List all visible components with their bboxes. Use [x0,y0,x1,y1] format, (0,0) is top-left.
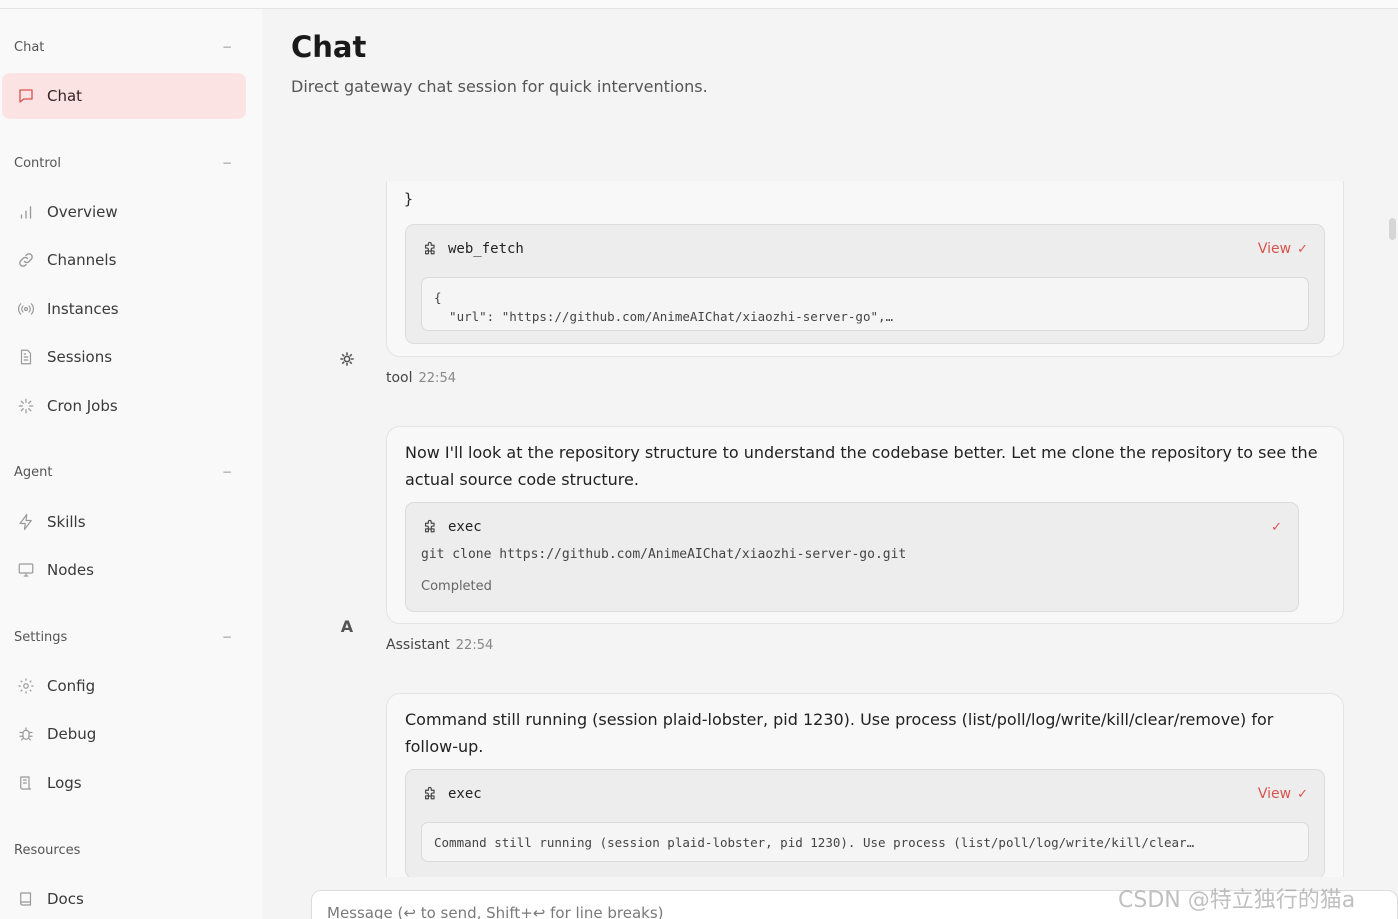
bug-icon [16,724,36,744]
tool-name: exec [422,519,482,536]
link-icon [16,250,36,270]
check-icon: ✓ [1297,241,1308,257]
sidebar-item-label: Instances [47,300,119,318]
group-settings[interactable]: Settings − [14,627,234,647]
book-icon [16,889,36,909]
message-text: Now I'll look at the repository structur… [405,443,1318,489]
sidebar-item-label: Docs [47,890,84,908]
group-label: Agent [14,464,53,480]
group-control[interactable]: Control − [14,153,234,173]
message-meta: Assistant 22:54 [386,637,493,653]
sidebar-item-label: Overview [47,203,118,221]
tool-name-label: exec [448,786,482,802]
sidebar-item-logs[interactable]: Logs [2,760,246,806]
group-agent[interactable]: Agent − [14,462,234,482]
sidebar-item-config[interactable]: Config [2,663,246,709]
sidebar-item-label: Debug [47,725,97,743]
message-meta: tool 22:54 [386,370,456,386]
gear-icon [16,676,36,696]
sidebar-item-debug[interactable]: Debug [2,711,246,757]
file-text-icon [16,347,36,367]
radio-icon [16,299,36,319]
bar-chart-icon [16,202,36,222]
sidebar-item-instances[interactable]: Instances [2,286,246,332]
message-bubble: Command still running (session plaid-lob… [386,693,1344,877]
puzzle-icon [424,786,435,799]
tool-name: exec [422,786,482,803]
sidebar-item-nodes[interactable]: Nodes [2,547,246,593]
scroll-icon [16,773,36,793]
loader-icon [16,396,36,416]
message-input[interactable] [327,902,1227,919]
message-role: Assistant [386,637,450,653]
tool-name-label: exec [448,519,482,535]
sidebar: Chat − Chat Control − Overview Channels … [0,9,262,919]
message-role: tool [386,370,413,386]
assistant-avatar: A [340,616,354,636]
zap-icon [16,512,36,532]
sidebar-item-label: Skills [47,513,86,531]
sidebar-item-overview[interactable]: Overview [2,189,246,235]
thread-scrollbar[interactable] [1388,160,1396,880]
message-time: 22:54 [455,638,494,653]
sidebar-item-label: Config [47,677,96,695]
sidebar-item-channels[interactable]: Channels [2,237,246,283]
view-label: View [1257,241,1292,257]
tool-card: web_fetch View ✓ { "url": "https://githu… [405,224,1325,344]
group-label: Settings [14,629,68,645]
sidebar-item-sessions[interactable]: Sessions [2,334,246,380]
tool-name: web_fetch [422,241,524,258]
check-icon: ✓ [1271,519,1282,535]
sidebar-item-label: Sessions [47,348,113,366]
partial-code-text: } [404,190,414,208]
puzzle-icon [424,519,435,532]
collapse-icon[interactable]: − [222,156,234,170]
message-square-icon [16,86,36,106]
sidebar-item-cron-jobs[interactable]: Cron Jobs [2,383,246,429]
sidebar-item-label: Logs [47,774,82,792]
sidebar-item-docs[interactable]: Docs [2,876,246,919]
message-bubble: } web_fetch View ✓ { "url": "https://git… [386,181,1344,357]
chat-thread[interactable]: } web_fetch View ✓ { "url": "https://git… [262,181,1394,877]
message-time: 22:54 [418,371,456,386]
watermark: CSDN @特立独行的猫a [1118,888,1356,913]
message-bubble: Now I'll look at the repository structur… [386,426,1344,624]
tool-card: exec ✓ git clone https://github.com/Anim… [405,502,1299,612]
collapse-icon[interactable]: − [222,630,234,644]
group-label: Chat [14,39,45,55]
message-text: Command still running (session plaid-lob… [405,710,1274,756]
view-button[interactable]: View ✓ [1258,241,1308,257]
top-bar [0,0,1398,9]
group-resources[interactable]: Resources [14,840,234,860]
check-icon: ✓ [1297,786,1308,802]
gear-icon [340,352,354,366]
view-label: View [1257,786,1292,802]
group-chat[interactable]: Chat − [14,37,234,57]
tool-name-label: web_fetch [448,241,524,257]
scrollbar-thumb[interactable] [1389,218,1396,240]
monitor-icon [16,560,36,580]
page-subtitle: Direct gateway chat session for quick in… [291,77,708,96]
sidebar-item-label: Channels [47,251,117,269]
puzzle-icon [424,241,435,254]
tool-avatar [322,334,372,384]
tool-status: Completed [421,579,492,594]
collapse-icon[interactable]: − [222,40,234,54]
collapse-icon[interactable]: − [222,465,234,479]
group-label: Control [14,155,61,171]
sidebar-item-label: Nodes [47,561,94,579]
sidebar-item-chat[interactable]: Chat [2,73,246,119]
page-title: Chat [291,30,367,64]
sidebar-item-skills[interactable]: Skills [2,499,246,545]
view-button[interactable]: View ✓ [1258,786,1308,802]
group-label: Resources [14,842,81,858]
tool-code-preview: Command still running (session plaid-lob… [421,822,1309,862]
tool-card: exec View ✓ Command still running (sessi… [405,769,1325,877]
tool-code-preview: { "url": "https://github.com/AnimeAIChat… [421,277,1309,331]
sidebar-item-label: Cron Jobs [47,397,118,415]
sidebar-item-label: Chat [47,87,83,105]
tool-command: git clone https://github.com/AnimeAIChat… [421,547,907,562]
